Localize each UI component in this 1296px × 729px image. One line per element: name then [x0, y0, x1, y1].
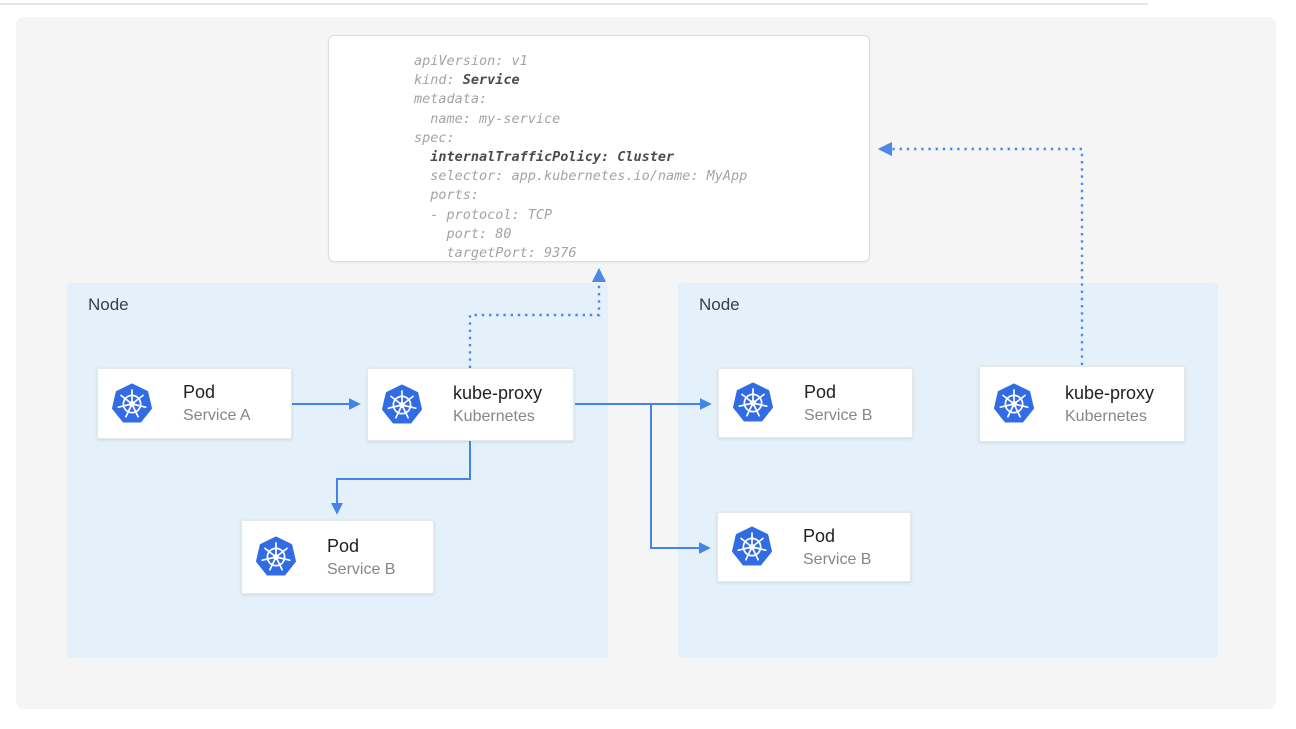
yaml-line: targetPort: 9376	[414, 244, 861, 263]
kube-proxy-left: kube-proxy Kubernetes	[367, 368, 574, 441]
yaml-line: port: 80	[414, 225, 861, 244]
arrow-kubeproxy-to-pod-bottom-right	[651, 404, 709, 548]
dotted-arrow-kubeproxy-right-to-yaml	[880, 149, 1082, 365]
pod-subtitle: Service B	[804, 406, 872, 425]
yaml-line: metadata:	[414, 90, 861, 109]
diagram-panel: apiVersion: v1kind: Servicemetadata: nam…	[16, 17, 1276, 709]
kube-proxy-subtitle: Kubernetes	[453, 407, 542, 426]
kubernetes-icon	[732, 381, 774, 425]
kubernetes-icon	[731, 525, 773, 569]
kube-proxy-title: kube-proxy	[1065, 383, 1154, 404]
pod-service-b-left: Pod Service B	[241, 520, 434, 594]
pod-title: Pod	[327, 536, 395, 557]
pod-service-b-top-right: Pod Service B	[718, 368, 913, 438]
kube-proxy-title: kube-proxy	[453, 383, 542, 404]
yaml-line: - protocol: TCP	[414, 206, 861, 225]
yaml-code: apiVersion: v1kind: Servicemetadata: nam…	[414, 52, 861, 263]
kubernetes-icon	[993, 382, 1035, 426]
pod-service-b-bottom-right: Pod Service B	[717, 512, 911, 582]
yaml-line: ports:	[414, 186, 861, 205]
yaml-line: name: my-service	[414, 110, 861, 129]
kubernetes-icon	[381, 383, 423, 427]
kubernetes-icon	[255, 535, 297, 579]
pod-title: Pod	[803, 526, 871, 547]
yaml-line: selector: app.kubernetes.io/name: MyApp	[414, 167, 861, 186]
kubernetes-icon	[111, 382, 153, 426]
yaml-line: internalTrafficPolicy: Cluster	[414, 148, 861, 167]
kube-proxy-right: kube-proxy Kubernetes	[979, 366, 1185, 442]
dotted-arrow-kubeproxy-left-to-yaml	[470, 270, 599, 368]
service-yaml-manifest: apiVersion: v1kind: Servicemetadata: nam…	[328, 35, 870, 262]
pod-subtitle: Service B	[327, 560, 395, 579]
arrow-kubeproxy-to-pod-b-left	[337, 441, 470, 513]
pod-subtitle: Service A	[183, 406, 251, 425]
pod-subtitle: Service B	[803, 550, 871, 569]
yaml-line: spec:	[414, 129, 861, 148]
kube-proxy-subtitle: Kubernetes	[1065, 407, 1154, 426]
yaml-line: kind: Service	[414, 71, 861, 90]
pod-service-a: Pod Service A	[97, 368, 292, 439]
pod-title: Pod	[804, 382, 872, 403]
top-divider	[0, 3, 1148, 5]
yaml-line: apiVersion: v1	[414, 52, 861, 71]
pod-title: Pod	[183, 382, 251, 403]
